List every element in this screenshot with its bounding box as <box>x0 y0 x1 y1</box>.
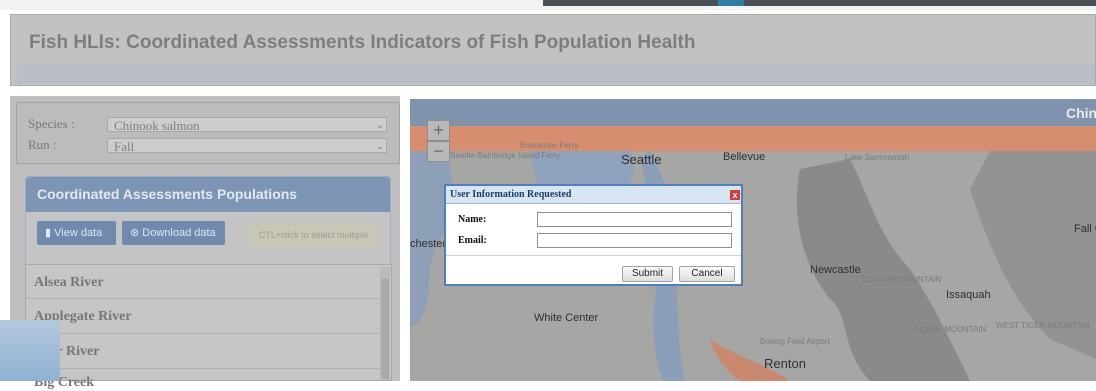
download-icon: ⊛ <box>130 227 140 239</box>
dialog-title: User Information Requested <box>450 189 572 200</box>
species-value: Chinook salmon <box>114 118 200 133</box>
user-info-dialog: User Information Requested x Name: Email… <box>444 184 743 286</box>
map-label: Seattle-Bainbridge Island Ferry <box>450 151 561 160</box>
email-label: Email: <box>458 235 487 246</box>
chevron-down-icon: ⌄ <box>376 141 384 151</box>
decorative-blue-corner <box>0 320 60 381</box>
selected-region-band <box>410 126 1096 151</box>
view-data-label: View data <box>54 227 103 239</box>
map-label: Bellevue <box>723 151 766 163</box>
top-strip <box>0 0 1096 10</box>
top-toolbar-accent <box>718 0 744 6</box>
map-title: Chinook <box>1066 105 1096 121</box>
cancel-button[interactable]: Cancel <box>679 266 735 282</box>
run-label: Run : <box>28 137 57 152</box>
zoom-out-button[interactable]: − <box>427 141 450 162</box>
download-data-label: Download data <box>142 227 216 239</box>
map-label: chester <box>410 238 447 250</box>
top-toolbar <box>543 0 1096 6</box>
map-label: Issaquah <box>946 289 991 301</box>
species-select[interactable]: Chinook salmon ⌄ <box>107 117 387 133</box>
map-title-bar: Chinook <box>410 99 1096 126</box>
scrollbar-thumb[interactable] <box>381 279 389 379</box>
multi-select-hint: CTL+click to select multiple <box>248 223 379 247</box>
run-select[interactable]: Fall ⌄ <box>107 138 387 154</box>
left-panel: Species : Chinook salmon ⌄ Run : Fall ⌄ … <box>10 96 400 390</box>
map-label: WEST TIGER MOUNTAIN <box>996 321 1090 330</box>
list-divider <box>26 333 381 334</box>
page-title: Fish HLIs: Coordinated Assessments Indic… <box>29 32 696 53</box>
zoom-in-button[interactable]: + <box>427 120 450 141</box>
list-divider <box>26 368 381 369</box>
map-label: Boeing Field Airport <box>760 337 830 346</box>
map-label: White Center <box>534 312 599 324</box>
list-scrollbar[interactable] <box>380 267 390 380</box>
dialog-button-bar: Submit Cancel <box>446 255 741 285</box>
run-value: Fall <box>114 139 135 154</box>
name-label: Name: <box>458 214 487 225</box>
app-header: Fish HLIs: Coordinated Assessments Indic… <box>10 14 1096 86</box>
bar-chart-icon: ▮ <box>45 227 52 239</box>
species-label: Species : <box>28 116 75 131</box>
populations-list[interactable]: Alsea River Applegate River Bear River B… <box>25 264 392 390</box>
map-label: Bremerton Ferry <box>520 141 579 150</box>
submit-button[interactable]: Submit <box>622 266 673 282</box>
email-field[interactable] <box>537 233 732 248</box>
map-label: Lake Sammamish <box>845 153 910 162</box>
download-data-button[interactable]: ⊛ Download data <box>122 221 225 245</box>
map-label: Renton <box>764 356 806 371</box>
chevron-down-icon: ⌄ <box>376 120 384 130</box>
view-data-button[interactable]: ▮ View data <box>37 221 116 245</box>
header-nav-bar <box>17 64 1095 84</box>
map-label: Newcastle <box>810 264 861 276</box>
map-label: SQUAK MOUNTAIN <box>914 325 987 334</box>
close-icon[interactable]: x <box>730 190 740 200</box>
name-field[interactable] <box>537 212 732 227</box>
list-divider <box>26 298 381 299</box>
list-item[interactable]: Alsea River <box>34 275 104 291</box>
map-label: Fall C <box>1074 223 1096 235</box>
selector-panel: Species : Chinook salmon ⌄ Run : Fall ⌄ <box>16 102 400 164</box>
map-label: Seattle <box>621 152 662 167</box>
map-label: COUGAR MOUNTAIN <box>862 275 942 284</box>
dialog-header: User Information Requested x <box>446 186 741 204</box>
populations-panel-header: Coordinated Assessments Populations <box>26 177 390 212</box>
populations-panel-title: Coordinated Assessments Populations <box>37 186 298 202</box>
